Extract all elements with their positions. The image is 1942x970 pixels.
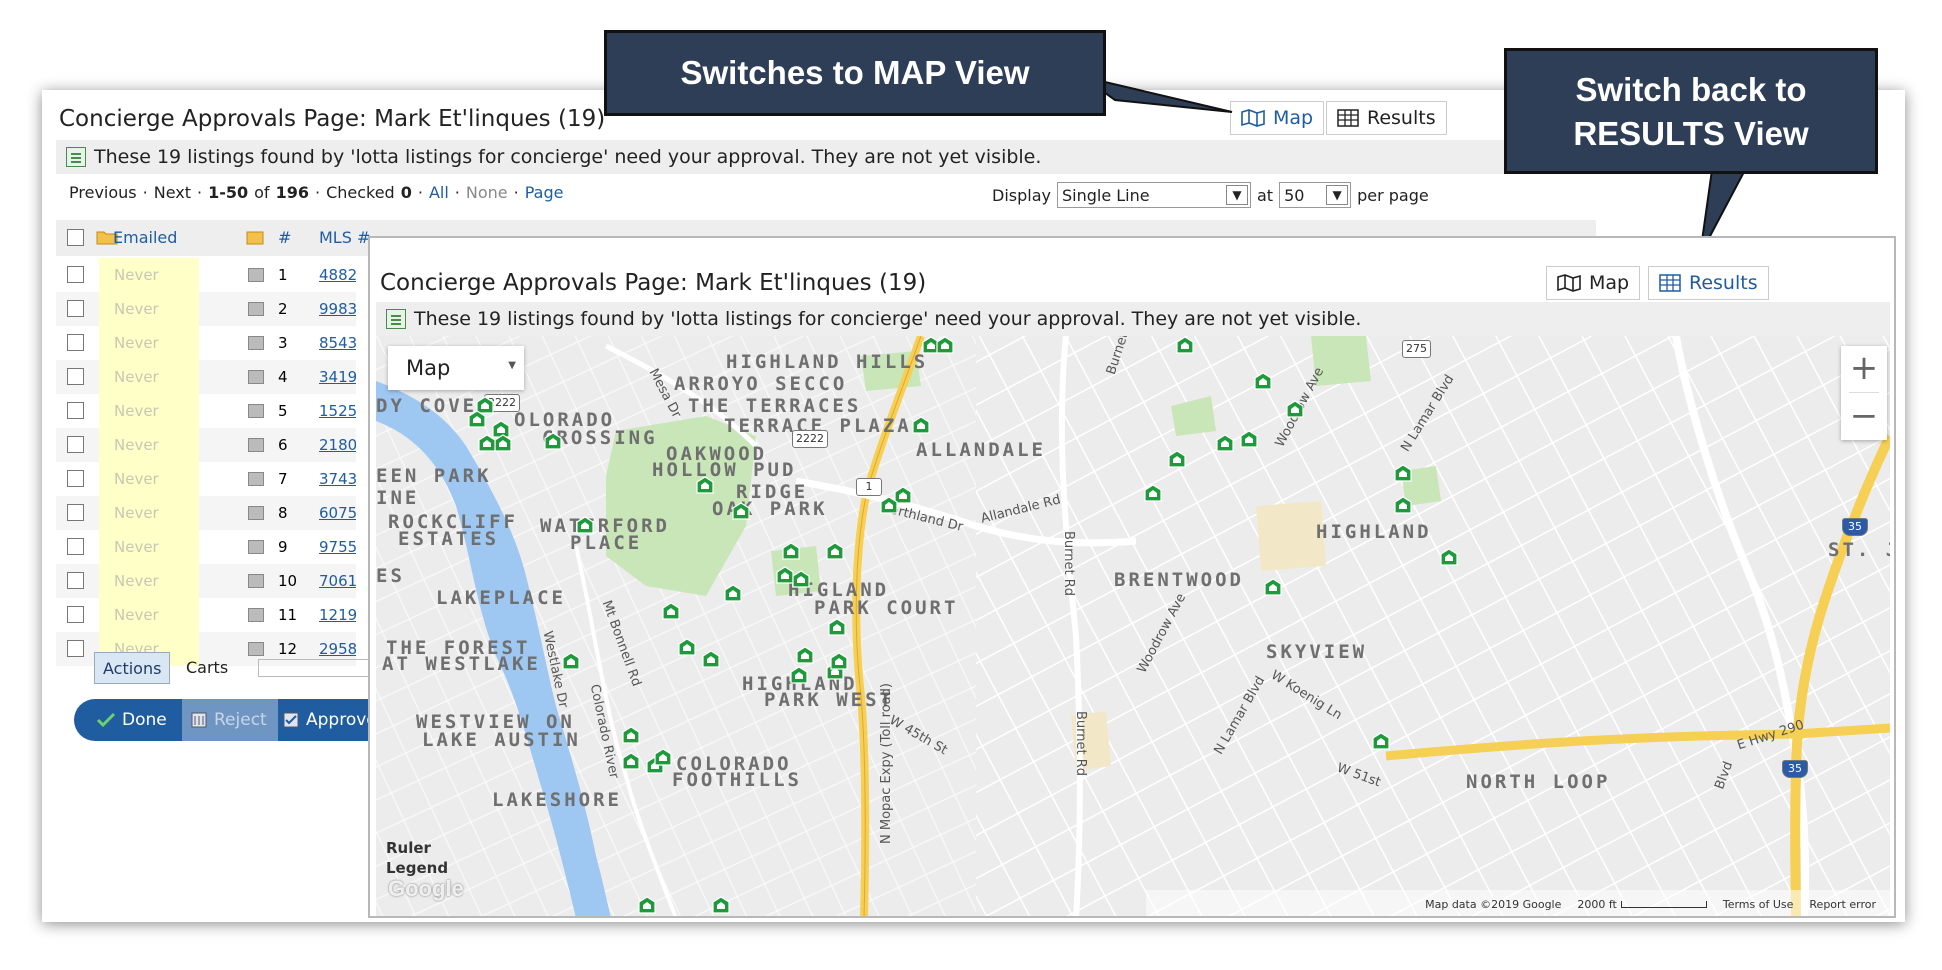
- results-view-callout: Switch back to RESULTS View: [1504, 48, 1878, 174]
- terms-link[interactable]: Terms of Use: [1723, 898, 1794, 911]
- house-marker-icon[interactable]: [1264, 578, 1282, 596]
- scale-bar: [1620, 900, 1707, 908]
- map-type-control[interactable]: Map ▼: [388, 346, 524, 390]
- results-callout-line2: RESULTS View: [1573, 115, 1809, 152]
- house-marker-icon[interactable]: [588, 916, 606, 918]
- ruler-legend: Ruler Legend: [386, 838, 448, 878]
- grid-icon: [1659, 274, 1681, 292]
- zoom-control: + −: [1841, 346, 1887, 440]
- map-callout-text: Switches to MAP View: [680, 54, 1030, 91]
- tab-results-front-label: Results: [1689, 272, 1758, 294]
- house-marker-icon[interactable]: [732, 502, 750, 520]
- house-marker-icon[interactable]: [678, 638, 696, 656]
- zoom-in-button[interactable]: +: [1841, 346, 1887, 392]
- map-approval-banner: These 19 listings found by 'lotta listin…: [376, 302, 1890, 336]
- house-marker-icon[interactable]: [826, 542, 844, 560]
- zoom-out-button[interactable]: −: [1841, 394, 1887, 440]
- legend-link[interactable]: Legend: [386, 858, 448, 878]
- house-marker-icon[interactable]: [1254, 372, 1272, 390]
- house-marker-icon[interactable]: [1394, 496, 1412, 514]
- house-marker-icon[interactable]: [1176, 336, 1194, 354]
- dropdown-arrow-icon: ▼: [508, 360, 516, 371]
- house-marker-icon[interactable]: [494, 434, 512, 452]
- house-marker-icon[interactable]: [790, 666, 808, 684]
- map-view-callout: Switches to MAP View: [604, 30, 1106, 116]
- map-icon: [1557, 274, 1581, 292]
- house-marker-icon[interactable]: [468, 410, 486, 428]
- note-icon: [386, 309, 406, 329]
- map-type-label: Map: [406, 356, 451, 380]
- house-marker-icon[interactable]: [478, 434, 496, 452]
- map-scale-label: 2000 ft: [1577, 897, 1617, 911]
- map-callout-pointer: [1086, 81, 1233, 113]
- house-marker-icon[interactable]: [712, 896, 730, 914]
- house-marker-icon[interactable]: [1372, 732, 1390, 750]
- house-marker-icon[interactable]: [796, 646, 814, 664]
- house-marker-icon[interactable]: [782, 542, 800, 560]
- map-attribution: Map data ©2019 Google: [1425, 897, 1562, 911]
- map-canvas[interactable]: HIGHLAND HILLS ARROYO SECCO THE TERRACES TE…: [376, 336, 1890, 918]
- house-marker-icon[interactable]: [1286, 400, 1304, 418]
- house-marker-icon[interactable]: [1216, 434, 1234, 452]
- report-error-link[interactable]: Report error: [1809, 898, 1876, 911]
- house-marker-icon[interactable]: [1440, 548, 1458, 566]
- house-marker-icon[interactable]: [638, 896, 656, 914]
- house-marker-icon[interactable]: [1144, 484, 1162, 502]
- tab-map-front[interactable]: Map: [1546, 266, 1641, 300]
- house-marker-icon[interactable]: [1240, 430, 1258, 448]
- house-marker-icon[interactable]: [622, 752, 640, 770]
- house-marker-icon[interactable]: [544, 432, 562, 450]
- map-banner-text: These 19 listings found by 'lotta listin…: [414, 308, 1362, 330]
- house-marker-icon[interactable]: [724, 584, 742, 602]
- house-marker-icon[interactable]: [696, 476, 714, 494]
- house-marker-icon[interactable]: [1394, 464, 1412, 482]
- house-marker-icon[interactable]: [654, 748, 672, 766]
- house-marker-icon[interactable]: [912, 416, 930, 434]
- house-marker-icon[interactable]: [936, 336, 954, 354]
- house-marker-icon[interactable]: [622, 726, 640, 744]
- listing-markers: [376, 336, 1890, 918]
- ruler-link[interactable]: Ruler: [386, 838, 448, 858]
- house-marker-icon[interactable]: [830, 652, 848, 670]
- house-marker-icon[interactable]: [880, 496, 898, 514]
- tab-results-front[interactable]: Results: [1648, 266, 1769, 300]
- results-callout-line1: Switch back to: [1575, 71, 1807, 108]
- google-logo: Google: [388, 876, 464, 901]
- house-marker-icon[interactable]: [702, 650, 720, 668]
- house-marker-icon[interactable]: [1168, 450, 1186, 468]
- house-marker-icon[interactable]: [662, 602, 680, 620]
- map-window: Concierge Approvals Page: Mark Et'linque…: [368, 236, 1896, 918]
- house-marker-icon[interactable]: [576, 516, 594, 534]
- map-attribution-bar: Map data ©2019 Google 2000 ft Terms of U…: [1146, 890, 1890, 916]
- map-page-title: Concierge Approvals Page: Mark Et'linque…: [380, 270, 927, 296]
- house-marker-icon[interactable]: [828, 618, 846, 636]
- house-marker-icon[interactable]: [562, 652, 580, 670]
- tab-map-front-label: Map: [1589, 272, 1630, 294]
- house-marker-icon[interactable]: [792, 570, 810, 588]
